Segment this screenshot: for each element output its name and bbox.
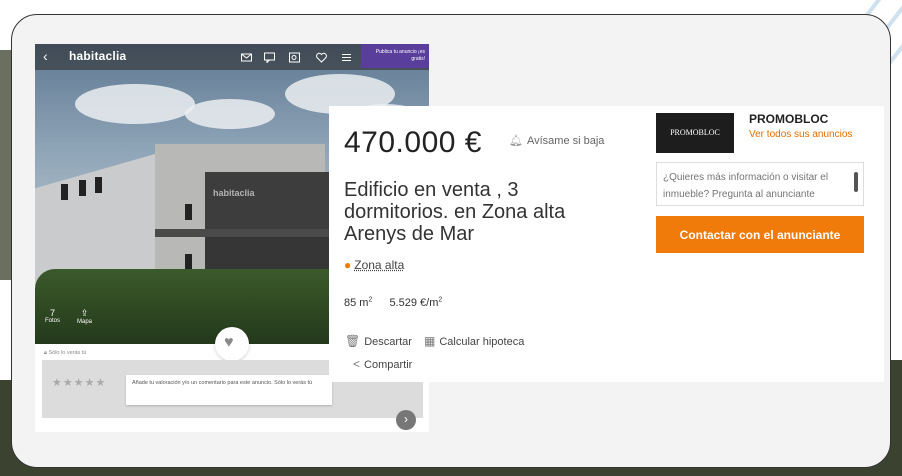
- map-link[interactable]: ⇪ Mapa: [77, 308, 92, 325]
- discard-button[interactable]: 🗑︎ Descartar: [345, 334, 412, 348]
- topbar: ‹ habitaclia Publica tu anuncio ¡es grat…: [35, 44, 429, 70]
- photos-counter[interactable]: 7 Fotos: [45, 308, 60, 324]
- rating-stars[interactable]: ★★★★★: [52, 376, 106, 389]
- price: 470.000 €: [344, 126, 482, 159]
- trash-icon: 🗑︎: [345, 334, 361, 348]
- price-alert-label: Avísame si baja: [526, 135, 605, 147]
- menu-icon[interactable]: [341, 50, 352, 61]
- private-note-text: Sólo lo verás tú: [48, 350, 87, 356]
- calculator-icon: ▦: [424, 334, 436, 348]
- advertiser-name: PROMOBLOC: [749, 112, 829, 126]
- contact-advertiser-button[interactable]: Contactar con el anunciante: [656, 216, 864, 253]
- habitaclia-logo[interactable]: habitaclia: [69, 49, 126, 63]
- share-icon: <: [353, 357, 361, 371]
- price-per-m2-spec: 5.529 €/m2: [389, 296, 443, 309]
- discard-label: Descartar: [364, 336, 412, 348]
- rating-tooltip: Añade tu valoración y/o un comentario pa…: [126, 375, 332, 405]
- favorites-heart-icon[interactable]: [316, 50, 327, 63]
- map-icon: ⇪: [80, 308, 89, 318]
- photo-watermark: habitaclia: [213, 188, 255, 198]
- area-unit-sup: 2: [368, 296, 373, 303]
- publish-ad-button[interactable]: Publica tu anuncio ¡es gratis!: [361, 44, 429, 68]
- private-note-label: 🔒︎ Sólo lo verás tú: [44, 350, 86, 357]
- bell-icon: 🔔︎: [509, 135, 523, 147]
- map-label: Mapa: [77, 319, 93, 325]
- share-label: Compartir: [364, 359, 413, 371]
- share-button[interactable]: < Compartir: [353, 357, 412, 371]
- zone-label: Zona alta: [354, 258, 405, 272]
- price-per-m2-value: 5.529 €/m: [389, 296, 439, 309]
- price-per-m2-unit-sup: 2: [438, 296, 443, 303]
- mortgage-calculator-button[interactable]: ▦ Calcular hipoteca: [424, 334, 524, 348]
- advertiser-logo[interactable]: PROMOBLOC: [656, 113, 734, 153]
- zone-link[interactable]: ● Zona alta: [344, 258, 404, 272]
- area-value: 85 m: [344, 296, 369, 309]
- photos-count: 7: [50, 308, 56, 318]
- next-arrow-button[interactable]: ›: [396, 410, 416, 430]
- location-pin-icon: ●: [344, 258, 352, 272]
- saved-search-icon[interactable]: [289, 50, 300, 63]
- favorite-button[interactable]: ♥: [215, 327, 249, 361]
- photos-label: Fotos: [45, 318, 61, 324]
- listing-specs: 85 m2 5.529 €/m2: [344, 296, 456, 309]
- back-arrow-icon[interactable]: ‹: [43, 48, 48, 64]
- chat-icon[interactable]: [264, 50, 275, 64]
- price-alert-link[interactable]: 🔔︎ Avísame si baja: [509, 134, 604, 147]
- heart-icon: ♥: [224, 334, 234, 351]
- area-spec: 85 m2: [344, 296, 373, 309]
- see-all-ads-link[interactable]: Ver todos sus anuncios: [749, 129, 852, 140]
- lock-icon: 🔒︎: [44, 350, 47, 356]
- mail-icon[interactable]: [241, 50, 252, 62]
- listing-title: Edificio en venta , 3 dormitorios. en Zo…: [344, 179, 566, 245]
- listing-details: 470.000 € 🔔︎ Avísame si baja Edificio en …: [329, 106, 884, 382]
- mortgage-label: Calcular hipoteca: [439, 336, 525, 348]
- message-scrollbar[interactable]: [853, 166, 859, 204]
- message-input[interactable]: [656, 162, 864, 206]
